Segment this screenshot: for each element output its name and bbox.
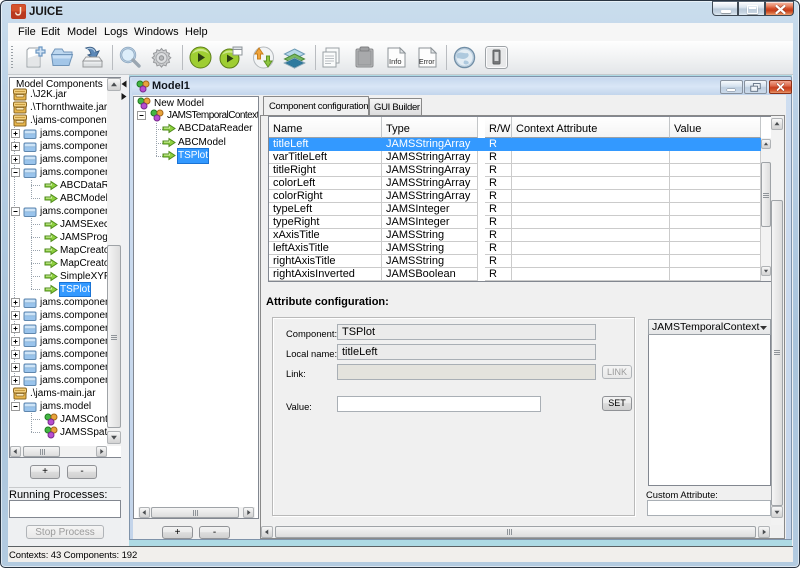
svg-text:Error: Error [419,59,435,66]
svg-text:Info: Info [389,57,402,66]
